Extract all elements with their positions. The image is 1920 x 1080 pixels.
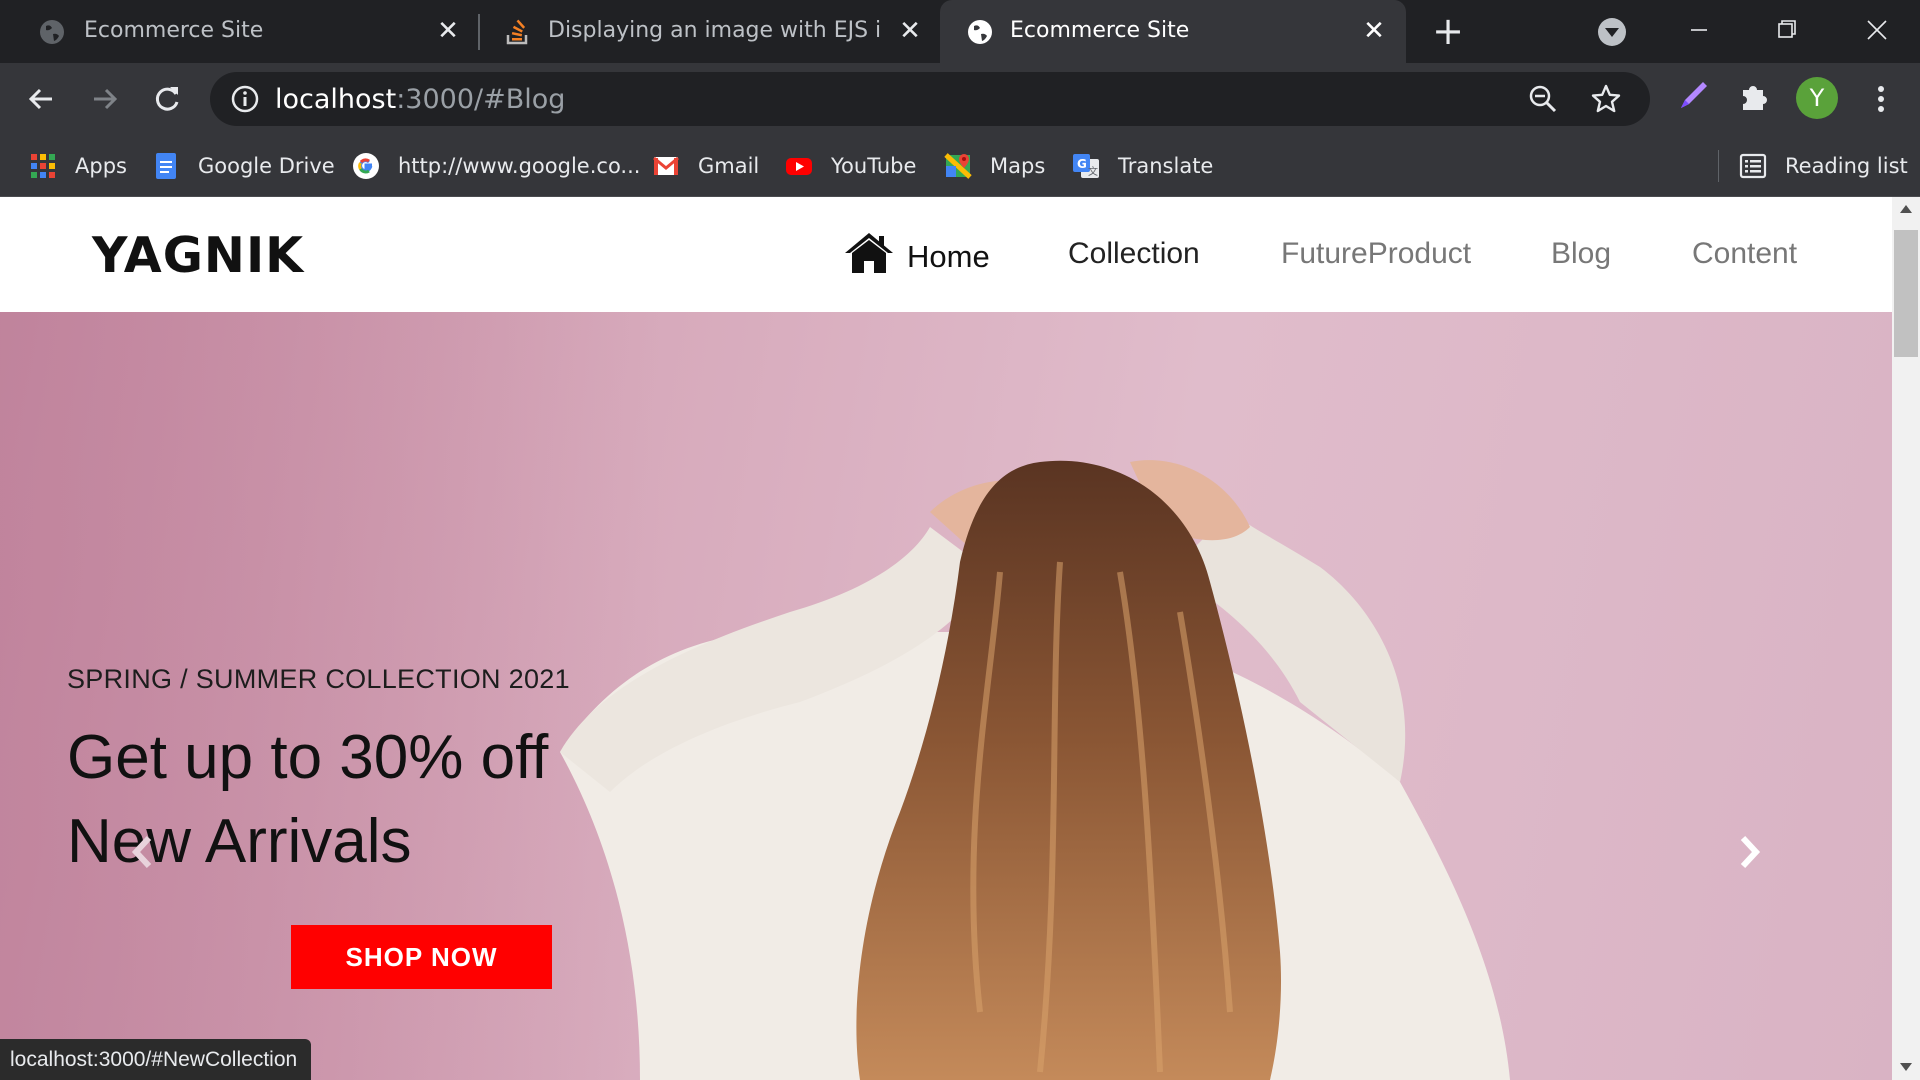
close-icon[interactable]: ✕: [1360, 17, 1388, 45]
bookmark-star-icon[interactable]: [1590, 83, 1622, 115]
restore-icon[interactable]: [1767, 10, 1807, 50]
extensions-puzzle-icon[interactable]: [1737, 78, 1771, 112]
close-icon[interactable]: ✕: [896, 17, 924, 45]
bookmark-label: Maps: [990, 154, 1046, 178]
nav-blog-link[interactable]: Blog: [1551, 237, 1611, 271]
svg-text:G: G: [1077, 157, 1087, 171]
bookmark-maps[interactable]: Maps: [944, 150, 1045, 182]
pen-extension-icon[interactable]: [1677, 78, 1711, 112]
bookmark-label: YouTube: [831, 154, 917, 178]
reading-list-label: Reading list: [1785, 154, 1908, 178]
hero-kicker: SPRING / SUMMER COLLECTION 2021: [67, 664, 570, 694]
youtube-icon: [786, 158, 812, 175]
site-logo[interactable]: YAGNIK: [92, 227, 304, 284]
carousel-prev-icon[interactable]: [128, 832, 158, 872]
nav-futureproduct-link[interactable]: FutureProduct: [1281, 237, 1471, 271]
web-page: YAGNIK Home Collection FutureProduct Blo…: [0, 197, 1892, 1080]
globe-icon: [968, 20, 992, 44]
bookmark-translate[interactable]: G 文 Translate: [1072, 150, 1213, 182]
scroll-down-arrow-icon[interactable]: [1900, 1063, 1912, 1071]
address-url[interactable]: localhost:3000/#Blog: [275, 84, 565, 115]
browser-chrome: Ecommerce Site ✕ Displaying an image wit…: [0, 0, 1920, 197]
tab-strip: Ecommerce Site ✕ Displaying an image wit…: [0, 0, 1920, 63]
site-header: YAGNIK Home Collection FutureProduct Blo…: [0, 197, 1892, 312]
link-status-bubble: localhost:3000/#NewCollection: [0, 1039, 312, 1080]
minimize-icon[interactable]: [1679, 10, 1719, 50]
tab-title: Displaying an image with EJS in nod: [548, 18, 881, 43]
bookmark-google[interactable]: http://www.google.co...: [352, 150, 640, 182]
carousel-next-icon[interactable]: [1734, 832, 1764, 872]
back-arrow-icon[interactable]: [20, 77, 64, 121]
google-docs-icon: [156, 153, 176, 179]
maps-icon: [944, 153, 972, 179]
menu-kebab-icon[interactable]: [1866, 77, 1896, 121]
hero-image: [0, 312, 1892, 1080]
bookmark-gmail[interactable]: Gmail: [652, 150, 759, 182]
forward-arrow-icon[interactable]: [82, 77, 126, 121]
bookmarks-bar: Apps Google Drive http://www.google.co..…: [0, 134, 1920, 197]
bookmark-label: Google Drive: [198, 154, 335, 178]
nav-home-label: Home: [907, 239, 990, 274]
bookmarks-divider: [1718, 150, 1719, 182]
hero-carousel: SPRING / SUMMER COLLECTION 2021 Get up t…: [0, 312, 1892, 1080]
address-path: :3000/#Blog: [396, 84, 566, 115]
scroll-thumb[interactable]: [1894, 230, 1918, 357]
bookmark-label: http://www.google.co...: [398, 154, 641, 178]
address-bar[interactable]: localhost:3000/#Blog: [210, 72, 1650, 126]
window-close-icon[interactable]: [1857, 10, 1897, 50]
apps-grid-icon: [31, 154, 55, 178]
reload-icon[interactable]: [145, 77, 189, 121]
globe-icon: [40, 20, 64, 44]
bookmark-apps[interactable]: Apps: [29, 150, 127, 182]
tab-search-icon[interactable]: [1598, 18, 1626, 46]
hero-headline: Get up to 30% off: [67, 723, 549, 792]
svg-text:文: 文: [1088, 165, 1098, 178]
reading-list-button[interactable]: Reading list: [1739, 150, 1908, 182]
bookmark-label: Gmail: [698, 154, 760, 178]
page-scrollbar[interactable]: [1892, 197, 1920, 1080]
nav-content-link[interactable]: Content: [1692, 237, 1797, 271]
zoom-out-icon[interactable]: [1528, 84, 1558, 114]
browser-toolbar: localhost:3000/#Blog Y: [0, 63, 1920, 134]
bookmark-label: Apps: [75, 154, 127, 178]
shop-now-button[interactable]: SHOP NOW: [291, 925, 552, 989]
tab-ecommerce-1[interactable]: Ecommerce Site ✕: [0, 0, 470, 63]
reading-list-icon: [1739, 153, 1767, 179]
bookmark-label: Translate: [1118, 154, 1214, 178]
hero-subheadline: New Arrivals: [67, 807, 412, 876]
tab-stackoverflow[interactable]: Displaying an image with EJS in nod ✕: [470, 0, 940, 63]
nav-collection-link[interactable]: Collection: [1068, 237, 1200, 271]
gmail-icon: [653, 156, 679, 175]
scroll-up-arrow-icon[interactable]: [1900, 205, 1912, 213]
stackoverflow-icon: [506, 19, 528, 45]
google-icon: [353, 153, 379, 179]
address-host: localhost: [275, 84, 397, 115]
site-info-icon[interactable]: [230, 84, 260, 114]
bookmark-youtube[interactable]: YouTube: [785, 150, 916, 182]
profile-avatar[interactable]: Y: [1796, 77, 1838, 119]
tab-title: Ecommerce Site: [84, 18, 264, 43]
nav-home-link[interactable]: Home: [843, 231, 990, 275]
translate-icon: G 文: [1073, 154, 1099, 178]
new-tab-button[interactable]: +: [1430, 12, 1466, 50]
close-icon[interactable]: ✕: [434, 17, 462, 45]
tab-ecommerce-active[interactable]: Ecommerce Site ✕: [940, 0, 1406, 63]
home-icon: [845, 233, 893, 273]
tab-title: Ecommerce Site: [1010, 18, 1190, 43]
bookmark-google-drive[interactable]: Google Drive: [152, 150, 335, 182]
